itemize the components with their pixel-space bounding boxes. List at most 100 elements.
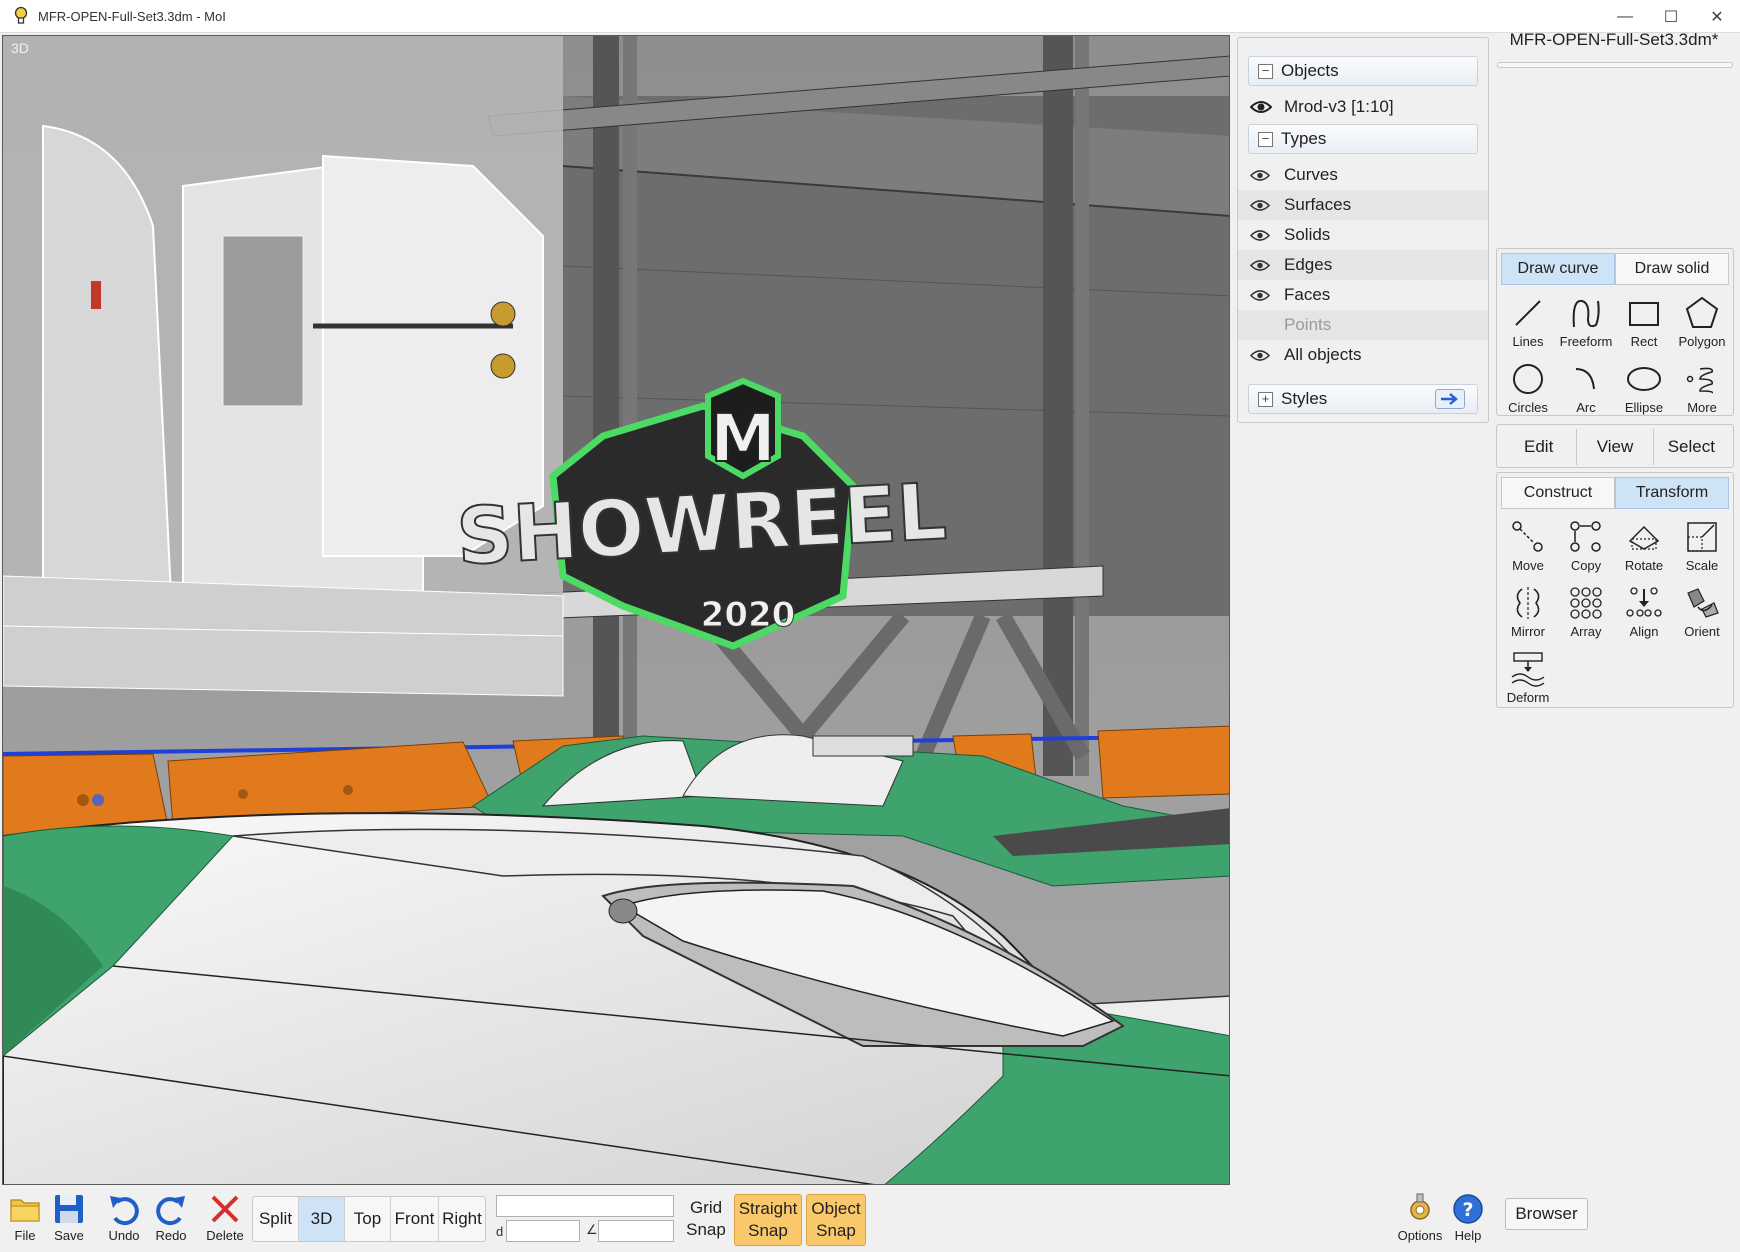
objects-header-label: Objects [1281, 61, 1339, 80]
arc-tool[interactable]: Arc [1557, 355, 1615, 421]
type-label: Points [1284, 315, 1332, 334]
view-right-button[interactable]: Right [439, 1197, 485, 1241]
ellipse-icon [1627, 367, 1661, 391]
rotate-tool[interactable]: Rotate [1615, 513, 1673, 579]
expand-icon[interactable]: + [1258, 391, 1273, 407]
more-tool[interactable]: More [1673, 355, 1731, 421]
redo-button[interactable]: Redo [146, 1192, 196, 1248]
grid-snap-toggle[interactable]: Grid Snap [684, 1197, 728, 1241]
type-row-all-objects[interactable]: All objects [1238, 340, 1488, 370]
view-top-button[interactable]: Top [345, 1197, 391, 1241]
align-tool[interactable]: Align [1615, 579, 1673, 645]
eye-icon[interactable] [1250, 100, 1274, 114]
scene-render: M SHOWREEL 2020 [3, 36, 1229, 1184]
tab-draw-solid[interactable]: Draw solid [1615, 253, 1729, 285]
align-icon [1626, 587, 1662, 617]
coordinate-input[interactable] [496, 1195, 674, 1217]
lines-tool[interactable]: Lines [1499, 289, 1557, 355]
freeform-curve-icon [1572, 299, 1600, 328]
distance-label: d [496, 1224, 504, 1239]
eye-icon[interactable] [1250, 169, 1274, 182]
view-switcher: Split 3D Top Front Right [252, 1196, 486, 1242]
move-icon [1512, 521, 1543, 552]
eye-icon[interactable] [1250, 199, 1274, 212]
file-name: MFR-OPEN-Full-Set3.3dm* [1509, 30, 1719, 49]
object-row-mrod[interactable]: Mrod-v3 [1:10] [1238, 92, 1488, 122]
undo-icon [110, 1196, 139, 1226]
angle-label: ∠ [586, 1222, 598, 1237]
polygon-icon [1685, 296, 1719, 328]
orient-tool[interactable]: Orient [1673, 579, 1731, 645]
svg-text:M: M [710, 400, 776, 477]
circles-tool[interactable]: Circles [1499, 355, 1557, 421]
view-3d-button[interactable]: 3D [299, 1197, 345, 1241]
straight-snap-toggle[interactable]: Straight Snap [734, 1194, 802, 1246]
mirror-tool[interactable]: Mirror [1499, 579, 1557, 645]
circle-icon [1513, 364, 1543, 394]
copy-icon [1570, 521, 1601, 552]
tab-select[interactable]: Select [1654, 429, 1729, 465]
eye-icon[interactable] [1250, 289, 1274, 302]
copy-tool[interactable]: Copy [1557, 513, 1615, 579]
move-tool[interactable]: Move [1499, 513, 1557, 579]
rotate-icon [1628, 525, 1660, 550]
scale-tool[interactable]: Scale [1673, 513, 1731, 579]
options-gear-icon [1410, 1193, 1430, 1220]
save-button[interactable]: Save [44, 1192, 94, 1248]
type-row-surfaces[interactable]: Surfaces [1238, 190, 1488, 220]
view-front-button[interactable]: Front [391, 1197, 439, 1241]
tab-construct[interactable]: Construct [1501, 477, 1615, 509]
deform-tool[interactable]: Deform [1499, 645, 1557, 711]
mirror-icon [1516, 587, 1540, 619]
styles-section-header[interactable]: + Styles [1248, 384, 1478, 414]
maximize-button[interactable]: ☐ [1648, 0, 1694, 33]
floppy-disk-icon [55, 1195, 83, 1223]
deform-icon [1511, 652, 1545, 687]
type-label: Faces [1284, 285, 1331, 304]
eye-icon[interactable] [1250, 259, 1274, 272]
minimize-button[interactable]: — [1602, 0, 1648, 33]
array-tool[interactable]: Array [1557, 579, 1615, 645]
type-row-faces[interactable]: Faces [1238, 280, 1488, 310]
objects-section-header[interactable]: − Objects [1248, 56, 1478, 86]
freeform-tool[interactable]: Freeform [1557, 289, 1615, 355]
eye-icon[interactable] [1250, 229, 1274, 242]
arc-icon [1575, 368, 1595, 390]
type-row-points[interactable]: Points [1238, 310, 1488, 340]
options-button[interactable]: Options [1392, 1192, 1448, 1248]
ellipse-tool[interactable]: Ellipse [1615, 355, 1673, 421]
viewport-3d[interactable]: M SHOWREEL 2020 3D [2, 35, 1230, 1185]
tab-draw-curve[interactable]: Draw curve [1501, 253, 1615, 285]
polygon-tool[interactable]: Polygon [1673, 289, 1731, 355]
moi-app-icon [10, 5, 32, 27]
browser-button[interactable]: Browser [1505, 1198, 1588, 1230]
rect-tool[interactable]: Rect [1615, 289, 1673, 355]
eye-icon[interactable] [1250, 349, 1274, 362]
folder-icon [10, 1199, 40, 1222]
type-row-solids[interactable]: Solids [1238, 220, 1488, 250]
type-row-curves[interactable]: Curves [1238, 160, 1488, 190]
help-button[interactable]: ? Help [1443, 1192, 1493, 1248]
window-title: MFR-OPEN-Full-Set3.3dm - MoI [38, 8, 226, 24]
transform-panel: Construct Transform Move Copy Rotate Sca… [1496, 472, 1734, 708]
type-label: Curves [1284, 165, 1338, 184]
tab-view[interactable]: View [1577, 429, 1654, 465]
view-split-button[interactable]: Split [253, 1197, 299, 1241]
line-icon [1515, 300, 1541, 326]
close-button[interactable]: ✕ [1694, 0, 1740, 33]
collapse-icon[interactable]: − [1258, 63, 1273, 79]
type-label: All objects [1284, 345, 1362, 364]
collapse-icon[interactable]: − [1258, 131, 1273, 147]
undo-button[interactable]: Undo [99, 1192, 149, 1248]
delete-x-icon [211, 1195, 239, 1223]
file-button[interactable]: File [0, 1192, 50, 1248]
type-row-edges[interactable]: Edges [1238, 250, 1488, 280]
delete-button[interactable]: Delete [200, 1192, 250, 1248]
object-snap-toggle[interactable]: Object Snap [806, 1194, 866, 1246]
types-section-header[interactable]: − Types [1248, 124, 1478, 154]
angle-input[interactable] [598, 1220, 674, 1242]
tab-edit[interactable]: Edit [1501, 429, 1578, 465]
tab-transform[interactable]: Transform [1615, 477, 1729, 509]
arrow-right-icon[interactable] [1435, 389, 1465, 409]
distance-input[interactable] [506, 1220, 580, 1242]
